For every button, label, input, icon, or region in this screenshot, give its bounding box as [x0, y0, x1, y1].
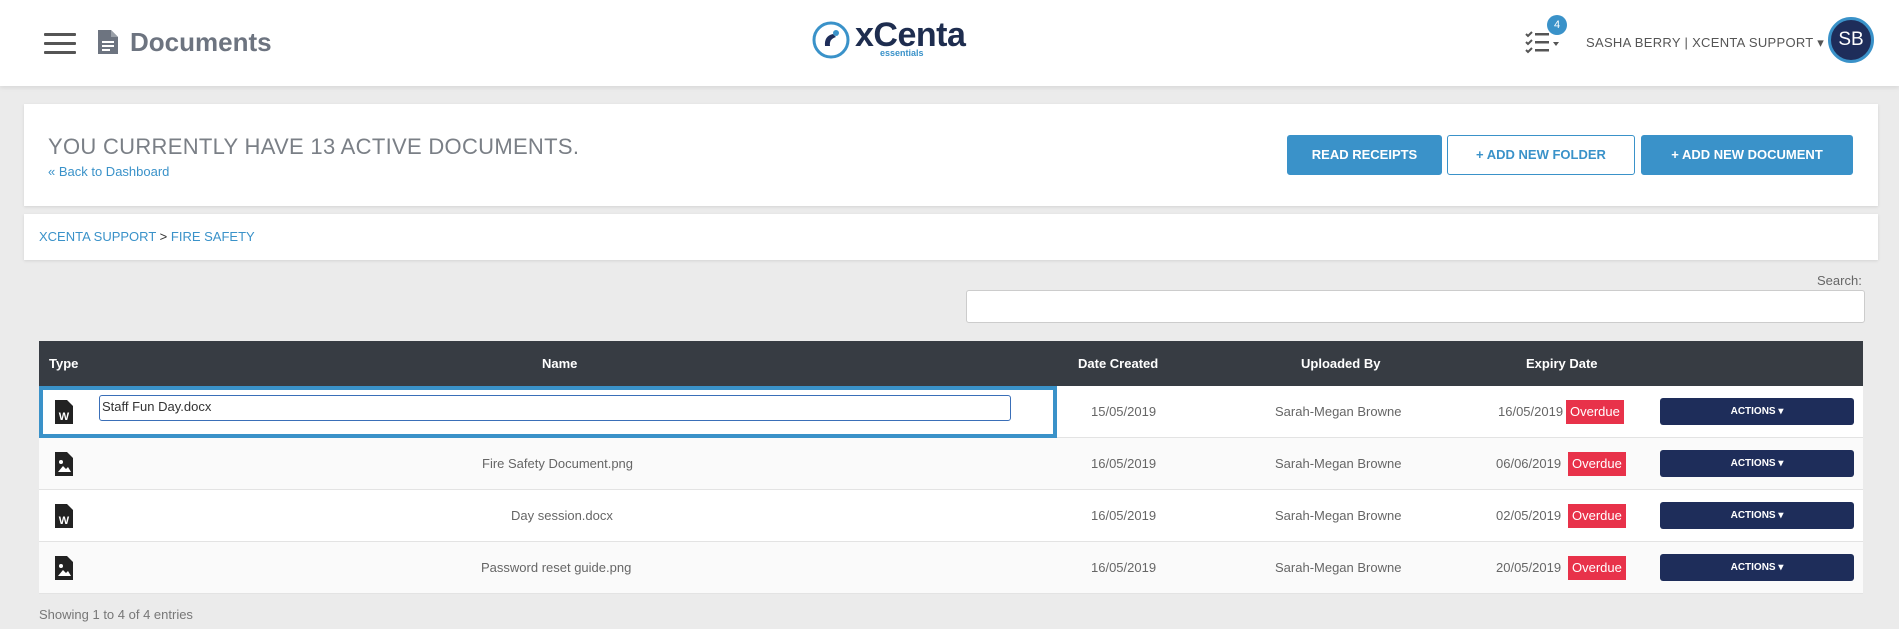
table-row[interactable]: Fire Safety Document.png 16/05/2019 Sara…	[39, 438, 1863, 490]
table-info: Showing 1 to 4 of 4 entries	[39, 607, 193, 622]
svg-text:W: W	[59, 515, 70, 527]
file-name[interactable]: Password reset guide.png	[481, 560, 631, 575]
documents-table: Type Name Date Created Uploaded By Expir…	[39, 341, 1863, 594]
image-file-icon	[55, 556, 73, 580]
uploaded-by: Sarah-Megan Browne	[1275, 560, 1402, 575]
column-header-expiry-date[interactable]: Expiry Date	[1526, 356, 1598, 371]
add-new-document-button[interactable]: + ADD NEW DOCUMENT	[1641, 135, 1853, 175]
column-header-uploaded-by[interactable]: Uploaded By	[1301, 356, 1380, 371]
expiry-date: 02/05/2019	[1496, 508, 1562, 523]
expiry-date: 16/05/2019	[1498, 404, 1564, 419]
rename-input-value: Staff Fun Day.docx	[102, 399, 212, 414]
word-doc-icon: W	[55, 400, 73, 424]
summary-panel: YOU CURRENTLY HAVE 13 ACTIVE DOCUMENTS. …	[24, 104, 1878, 206]
table-row[interactable]: W Staff Fun Day.docx 15/05/2019 Sarah-Me…	[39, 386, 1863, 438]
user-menu[interactable]: SASHA BERRY | XCENTA SUPPORT ▾	[1586, 35, 1824, 51]
breadcrumb-current-link[interactable]: FIRE SAFETY	[171, 229, 255, 244]
breadcrumb-separator: >	[159, 229, 168, 244]
breadcrumb: XCENTA SUPPORT > FIRE SAFETY	[39, 229, 255, 244]
column-header-date-created[interactable]: Date Created	[1078, 356, 1158, 371]
top-bar: Documents xCenta essentials 4 SASHA BERR…	[0, 0, 1899, 86]
date-created: 16/05/2019	[1091, 456, 1157, 471]
active-documents-headline: YOU CURRENTLY HAVE 13 ACTIVE DOCUMENTS.	[48, 134, 580, 159]
read-receipts-button[interactable]: READ RECEIPTS	[1287, 135, 1442, 175]
status-badge: Overdue	[1568, 556, 1626, 580]
breadcrumb-root-link[interactable]: XCENTA SUPPORT	[39, 229, 156, 244]
status-badge: Overdue	[1568, 452, 1626, 476]
search-label: Search:	[1817, 273, 1862, 288]
actions-button[interactable]: ACTIONS ▾	[1660, 450, 1854, 477]
status-badge: Overdue	[1568, 504, 1626, 528]
search-input[interactable]	[966, 290, 1865, 323]
image-file-icon	[55, 452, 73, 476]
table-header: Type Name Date Created Uploaded By Expir…	[39, 341, 1863, 386]
expiry-date: 20/05/2019	[1496, 560, 1562, 575]
date-created: 16/05/2019	[1091, 508, 1157, 523]
column-header-type[interactable]: Type	[49, 356, 78, 371]
xcenta-logo-icon	[812, 21, 850, 59]
date-created: 15/05/2019	[1091, 404, 1157, 419]
svg-text:W: W	[59, 411, 70, 423]
uploaded-by: Sarah-Megan Browne	[1275, 456, 1402, 471]
actions-button[interactable]: ACTIONS ▾	[1660, 554, 1854, 581]
actions-button[interactable]: ACTIONS ▾	[1660, 502, 1854, 529]
date-created: 16/05/2019	[1091, 560, 1157, 575]
actions-button[interactable]: ACTIONS ▾	[1660, 398, 1854, 425]
table-row[interactable]: W Day session.docx 16/05/2019 Sarah-Mega…	[39, 490, 1863, 542]
uploaded-by: Sarah-Megan Browne	[1275, 404, 1402, 419]
add-new-folder-button[interactable]: + ADD NEW FOLDER	[1447, 135, 1635, 175]
table-row[interactable]: Password reset guide.png 16/05/2019 Sara…	[39, 542, 1863, 594]
hamburger-menu-icon[interactable]	[44, 33, 76, 55]
uploaded-by: Sarah-Megan Browne	[1275, 508, 1402, 523]
file-name[interactable]: Day session.docx	[511, 508, 613, 523]
avatar[interactable]: SB	[1828, 17, 1874, 63]
back-to-dashboard-link[interactable]: « Back to Dashboard	[48, 164, 169, 179]
breadcrumb-panel: XCENTA SUPPORT > FIRE SAFETY	[24, 214, 1878, 260]
file-name[interactable]: Fire Safety Document.png	[482, 456, 633, 471]
document-icon	[98, 30, 118, 54]
rename-input[interactable]: Staff Fun Day.docx	[99, 395, 1011, 421]
word-doc-icon: W	[55, 504, 73, 528]
expiry-date: 06/06/2019	[1496, 456, 1562, 471]
status-badge: Overdue	[1566, 400, 1624, 424]
notification-badge: 4	[1547, 15, 1567, 35]
page-title: Documents	[130, 27, 272, 57]
column-header-name[interactable]: Name	[542, 356, 577, 371]
logo-subtitle: essentials	[880, 48, 924, 58]
